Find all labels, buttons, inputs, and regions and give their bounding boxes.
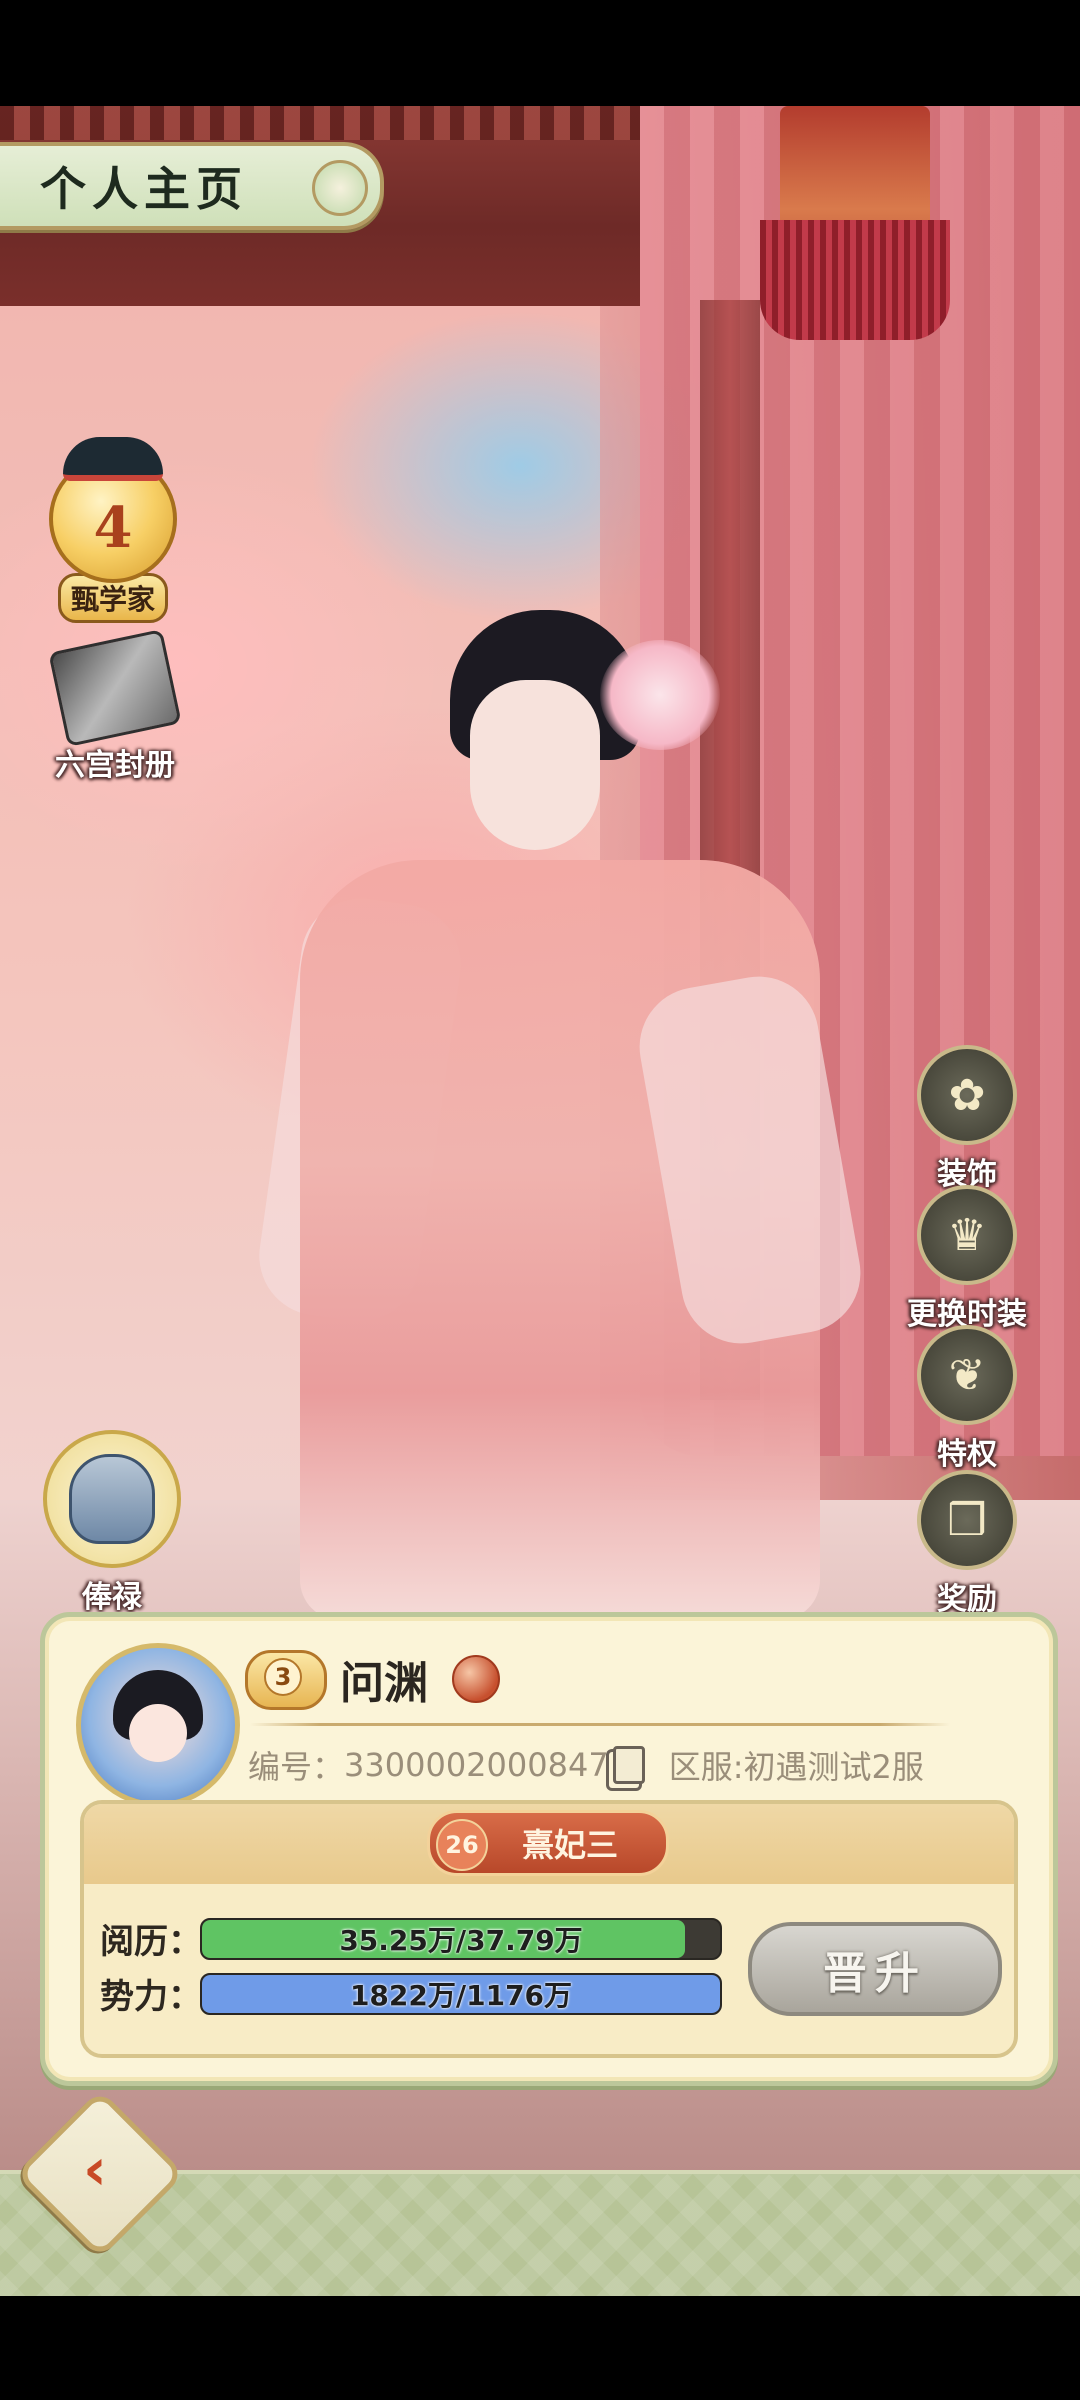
lotus-ornament-icon [312,160,368,216]
title-banner: 个人主页 [0,142,384,230]
rank-title-pill: 26 熹妃三 [427,1810,669,1876]
character-hair-flower [600,640,720,750]
privilege-button[interactable]: ❦ 特权 [882,1325,1052,1473]
id-label: 编号： [248,1748,345,1786]
salary-label: 俸禄 [82,1580,142,1615]
avatar[interactable] [76,1643,240,1807]
roof-rail [0,106,640,140]
garment-icon: ♛ [917,1185,1017,1285]
six-palaces-book-button[interactable]: 六宫封册 [40,628,190,784]
influence-label: 势力： [100,1977,202,2017]
experience-value: 35.25万/37.79万 [339,1924,583,1957]
avatar-face [129,1704,187,1762]
rank-number: 26 [436,1819,488,1871]
change-outfit-button[interactable]: ♛ 更换时装 [882,1185,1052,1333]
player-name: 问渊 [340,1658,428,1709]
gift-box-icon: ❒ [917,1470,1017,1570]
id-value: 3300002000847 [344,1746,609,1784]
id-row: 编号： 3300002000847 区服:初遇测试2服 [248,1742,924,1788]
game-screen: 个人主页 4 甄学家 六宫封册 俸禄 ✿ 装饰 ♛ 更换时装 ❦ 特权 ❒ 奖励 [0,0,1080,2400]
silver-bag-body [69,1454,155,1544]
influence-value: 1822万/1176万 [349,1979,573,2012]
silver-bag-icon [43,1430,181,1568]
page-title: 个人主页 [40,162,248,216]
divider [250,1723,950,1726]
back-arrow-icon: ‹ [83,2135,107,2203]
rank-coin-number: 4 [93,495,133,561]
book-label: 六宫封册 [55,748,175,783]
server-label: 区服:初遇测试2服 [668,1748,924,1786]
level-badge: 3 [245,1650,327,1710]
influence-bar: 1822万/1176万 [200,1973,722,2015]
copy-icon[interactable] [612,1746,645,1784]
hairpin-icon: ✿ [917,1045,1017,1145]
promote-button[interactable]: 晋升 [748,1922,1002,2016]
lantern-tassel [760,220,950,340]
zhen-scholar-badge[interactable]: 4 甄学家 [48,437,178,623]
book-icon [48,628,182,748]
experience-label: 阅历： [100,1922,202,1962]
rank-coin-icon: 4 [49,437,177,583]
salary-button[interactable]: 俸禄 [42,1430,182,1616]
privilege-label: 特权 [937,1437,997,1472]
official-hat-icon [63,437,163,481]
decoration-button[interactable]: ✿ 装饰 [882,1045,1052,1193]
character-face [470,680,600,850]
level-number: 3 [264,1658,302,1696]
reward-button[interactable]: ❒ 奖励 [882,1470,1052,1618]
experience-bar: 35.25万/37.79万 [200,1918,722,1960]
brush-emblem-icon [452,1655,500,1703]
rank-title: 熹妃三 [521,1826,618,1864]
phoenix-icon: ❦ [917,1325,1017,1425]
